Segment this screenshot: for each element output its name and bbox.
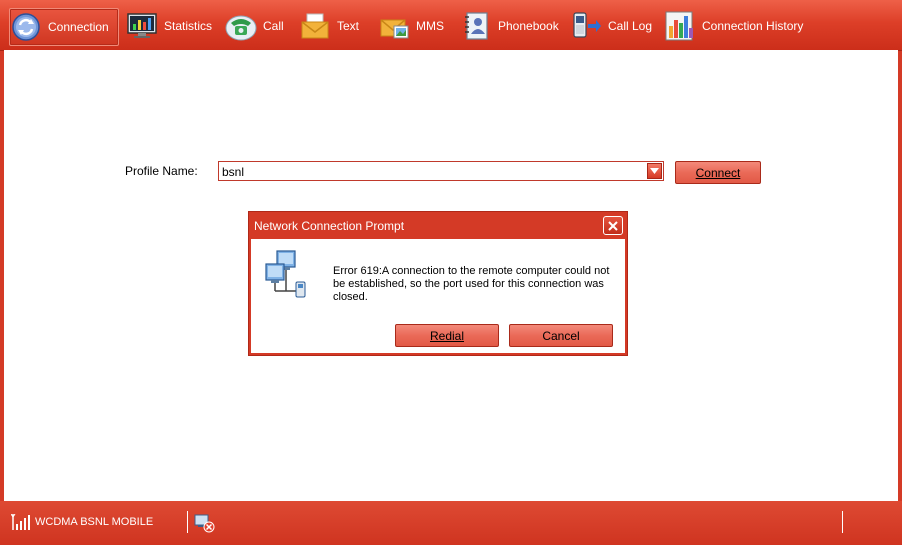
tab-call[interactable]: Call [225, 8, 284, 44]
redial-button[interactable]: Redial [395, 324, 499, 347]
cancel-button[interactable]: Cancel [509, 324, 613, 347]
network-computers-icon [263, 249, 309, 299]
tab-statistics[interactable]: Statistics [126, 8, 212, 44]
network-status-text: WCDMA BSNL MOBILE [35, 516, 154, 528]
tab-phonebook-label: Phonebook [498, 19, 559, 33]
call-log-icon [570, 10, 602, 42]
close-icon [608, 220, 618, 231]
tab-call-log-label: Call Log [608, 19, 653, 33]
tab-call-label: Call [263, 19, 284, 33]
status-separator [187, 511, 188, 533]
tab-statistics-label: Statistics [164, 19, 213, 33]
dialog-title: Network Connection Prompt [254, 219, 405, 233]
connection-icon [10, 11, 42, 43]
main-toolbar: Connection Statistics Call Text MMS Phon… [0, 0, 902, 51]
connect-button[interactable]: Connect [675, 161, 761, 184]
redial-button-label: Redial [429, 328, 465, 343]
profile-name-label: Profile Name: [125, 164, 198, 178]
statistics-icon [126, 10, 158, 42]
dialog-close-button[interactable] [603, 216, 623, 235]
tab-text-label: Text [337, 19, 360, 33]
text-envelope-icon [299, 10, 331, 42]
connection-panel: Profile Name: bsnl Connect Network Conne… [4, 50, 898, 501]
profile-name-dropdown[interactable]: bsnl [218, 161, 664, 181]
connect-button-label: Connect [695, 165, 741, 180]
signal-bars-icon [10, 513, 31, 530]
connection-history-icon [664, 10, 696, 42]
tab-text[interactable]: Text [299, 8, 359, 44]
tab-phonebook[interactable]: Phonebook [460, 8, 559, 44]
network-connection-dialog: Network Connection Prompt Error 619:A co… [248, 211, 628, 356]
dialog-body: Error 619:A connection to the remote com… [251, 239, 625, 353]
tab-connection-history[interactable]: Connection History [664, 8, 803, 44]
tab-connection[interactable]: Connection [9, 8, 119, 46]
tab-call-log[interactable]: Call Log [570, 8, 652, 44]
tab-connection-label: Connection [48, 20, 109, 34]
profile-name-value: bsnl [222, 165, 245, 179]
phonebook-icon [460, 10, 492, 42]
tab-connection-history-label: Connection History [702, 19, 804, 33]
tab-mms-label: MMS [416, 19, 444, 33]
chevron-down-icon [650, 168, 659, 174]
cancel-button-label: Cancel [542, 328, 580, 343]
status-bar: WCDMA BSNL MOBILE [0, 501, 902, 545]
dropdown-arrow-button[interactable] [647, 163, 662, 179]
tab-mms[interactable]: MMS [378, 8, 444, 44]
status-separator-right [842, 511, 843, 533]
call-icon [225, 10, 257, 42]
mms-icon [378, 10, 410, 42]
dialog-error-message: Error 619:A connection to the remote com… [333, 265, 610, 303]
disconnected-icon [193, 513, 217, 533]
